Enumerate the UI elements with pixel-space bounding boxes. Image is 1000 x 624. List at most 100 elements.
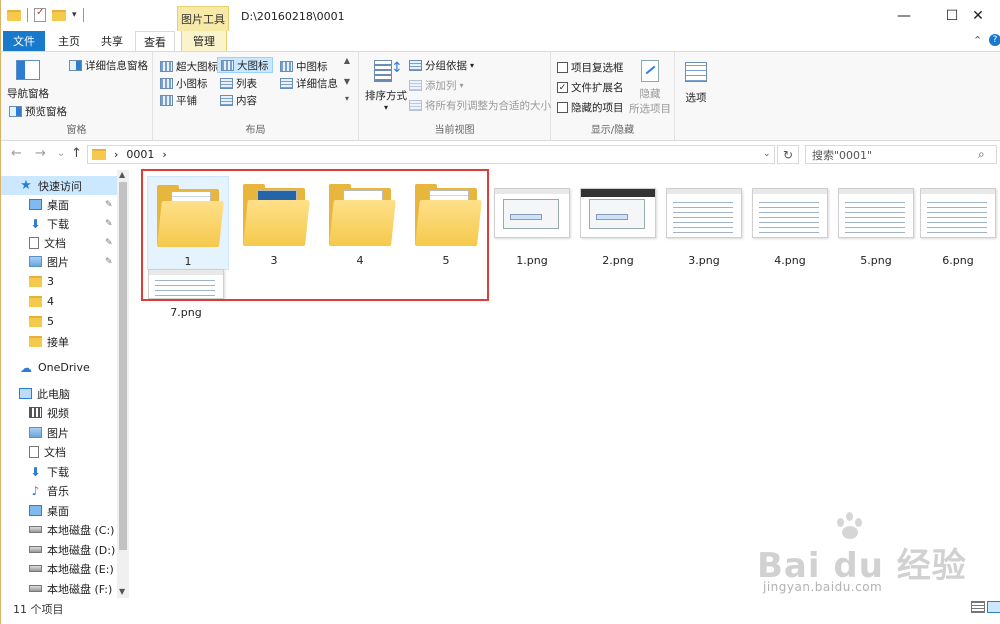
properties-icon[interactable] <box>34 7 46 22</box>
tab-home[interactable]: 主页 <box>51 31 87 51</box>
sidebar-item-documents[interactable]: 文档 ✎ <box>1 233 117 252</box>
minimize-button[interactable]: — <box>881 0 927 31</box>
sidebar-item-videos[interactable]: 视频 <box>1 403 69 422</box>
details-view-button[interactable] <box>971 601 985 613</box>
breadcrumb[interactable]: 0001 <box>126 148 154 161</box>
new-folder-icon[interactable] <box>52 9 66 21</box>
breadcrumb-separator[interactable]: › <box>162 148 166 161</box>
sidebar-item-music[interactable]: ♪ 音乐 <box>1 481 69 500</box>
sidebar-item-this-pc[interactable]: 此电脑 <box>1 384 70 403</box>
sidebar-item-quick-access[interactable]: ★ 快速访问 <box>1 176 117 195</box>
image-tile-6-png[interactable]: 6.png <box>917 176 999 270</box>
add-columns-button[interactable]: 添加列 ▾ <box>409 78 464 93</box>
sidebar-item-drive-d[interactable]: 本地磁盘 (D:) <box>1 540 115 559</box>
layout-gallery-scroll[interactable]: ▲ ▼ ▾ <box>341 56 353 108</box>
layout-extra-large-icons[interactable]: 超大图标 <box>157 58 221 74</box>
sidebar-item-label: 图片 <box>47 255 69 269</box>
large-icons-view-button[interactable] <box>987 601 1000 613</box>
folder-tile-3[interactable]: 3 <box>233 176 315 270</box>
tab-share[interactable]: 共享 <box>93 31 131 51</box>
sort-by-button[interactable]: 排序方式 ▾ <box>365 58 407 112</box>
tab-manage[interactable]: 管理 <box>181 31 227 51</box>
image-tile-5-png[interactable]: 5.png <box>835 176 917 270</box>
hidden-items-toggle[interactable]: 隐藏的项目 <box>557 100 624 115</box>
pin-icon[interactable]: ✎ <box>105 219 113 229</box>
back-button[interactable]: ← <box>11 146 22 161</box>
file-extensions-checkbox[interactable]: ✓ <box>557 82 568 93</box>
details-pane-button[interactable]: 详细信息窗格 <box>69 58 148 73</box>
breadcrumb-separator[interactable]: › <box>114 148 118 161</box>
close-button[interactable]: ✕ <box>955 0 1000 31</box>
recent-locations-button[interactable]: ⌄ <box>57 148 65 159</box>
image-tile-2-png[interactable]: 2.png <box>577 176 659 270</box>
image-tile-1-png[interactable]: 1.png <box>491 176 573 270</box>
sidebar-item-desktop[interactable]: 桌面 ✎ <box>1 195 117 214</box>
layout-medium-icons[interactable]: 中图标 <box>277 58 331 74</box>
sidebar-item-folder-5[interactable]: 5 <box>1 312 54 331</box>
folder-tile-5[interactable]: 5 <box>405 176 487 270</box>
sidebar-item-folder-4[interactable]: 4 <box>1 292 54 311</box>
layout-small-icons[interactable]: 小图标 <box>157 75 211 91</box>
item-checkboxes-checkbox[interactable] <box>557 62 568 73</box>
up-button[interactable]: ↑ <box>71 146 82 161</box>
tab-view[interactable]: 查看 <box>135 31 175 52</box>
forward-button[interactable]: → <box>35 146 46 161</box>
sidebar-item-downloads[interactable]: ⬇ 下载 ✎ <box>1 214 117 233</box>
sidebar-item-pc-downloads[interactable]: ⬇ 下载 <box>1 462 69 481</box>
quick-access-toolbar: ▾ <box>7 7 84 22</box>
pin-icon[interactable]: ✎ <box>105 200 113 210</box>
folder-icon[interactable] <box>7 9 21 21</box>
tab-file[interactable]: 文件 <box>3 31 45 51</box>
extra-large-icons-icon <box>160 60 173 72</box>
sidebar-item-jiedan[interactable]: 接单 <box>1 332 69 351</box>
layout-list[interactable]: 列表 <box>217 75 260 91</box>
pin-icon[interactable]: ✎ <box>105 238 113 248</box>
sidebar-item-label: OneDrive <box>38 361 90 374</box>
refresh-button[interactable]: ↻ <box>777 145 799 164</box>
chevron-up-icon[interactable]: ▲ <box>119 170 125 179</box>
layout-large-icons[interactable]: 大图标 <box>217 57 273 73</box>
sidebar-item-drive-c[interactable]: 本地磁盘 (C:) <box>1 520 114 539</box>
item-checkboxes-toggle[interactable]: 项目复选框 <box>557 60 624 75</box>
folder-tile-4[interactable]: 4 <box>319 176 401 270</box>
address-dropdown-icon[interactable]: ⌄ <box>763 149 771 159</box>
help-icon[interactable]: ? <box>989 34 1000 46</box>
search-icon[interactable]: ⌕ <box>978 147 991 161</box>
layout-tiles[interactable]: 平铺 <box>157 92 200 108</box>
nav-pane-button[interactable]: 导航窗格 <box>7 60 49 101</box>
sidebar-item-pc-documents[interactable]: 文档 <box>1 442 66 461</box>
image-tile-7-png[interactable]: 7.png <box>145 266 227 332</box>
chevron-down-icon[interactable]: ▾ <box>72 10 77 20</box>
layout-label: 内容 <box>236 94 257 107</box>
ribbon-collapse-icon[interactable]: ⌃ <box>973 34 982 47</box>
sidebar-item-drive-e[interactable]: 本地磁盘 (E:) <box>1 559 114 578</box>
image-tile-4-png[interactable]: 4.png <box>749 176 831 270</box>
address-bar[interactable]: › 0001 › <box>87 145 775 164</box>
fit-columns-button[interactable]: 将所有列调整为合适的大小 <box>409 98 551 113</box>
sidebar-item-folder-3[interactable]: 3 <box>1 272 54 291</box>
layout-content[interactable]: 内容 <box>217 92 260 108</box>
image-thumbnail <box>579 176 657 250</box>
sidebar-item-pc-desktop[interactable]: 桌面 <box>1 501 69 520</box>
hide-selected-button[interactable]: 隐藏 所选项目 <box>629 60 671 116</box>
chevron-down-icon[interactable]: ▼ <box>344 77 350 86</box>
group-by-button[interactable]: 分组依据 ▾ <box>409 58 474 73</box>
sidebar-item-pc-pictures[interactable]: 图片 <box>1 423 69 442</box>
more-icon[interactable]: ▾ <box>345 94 349 103</box>
hidden-items-checkbox[interactable] <box>557 102 568 113</box>
chevron-down-icon[interactable]: ▼ <box>119 587 125 596</box>
folder-tile-1[interactable]: 1 <box>147 176 229 270</box>
sidebar-scrollbar[interactable]: ▲ ▼ <box>117 170 129 598</box>
chevron-up-icon[interactable]: ▲ <box>344 56 350 65</box>
file-extensions-toggle[interactable]: ✓ 文件扩展名 <box>557 80 624 95</box>
options-button[interactable]: 选项 <box>685 62 707 105</box>
pin-icon[interactable]: ✎ <box>105 257 113 267</box>
sidebar-item-pictures[interactable]: 图片 ✎ <box>1 252 117 271</box>
sidebar-item-drive-f[interactable]: 本地磁盘 (F:) <box>1 579 112 598</box>
scrollbar-thumb[interactable] <box>119 182 127 550</box>
layout-details[interactable]: 详细信息 <box>277 75 341 91</box>
search-input[interactable]: 搜索"0001" ⌕ <box>805 145 997 164</box>
sidebar-item-onedrive[interactable]: ☁ OneDrive <box>1 358 90 377</box>
image-tile-3-png[interactable]: 3.png <box>663 176 745 270</box>
preview-pane-button[interactable]: 预览窗格 <box>9 104 67 119</box>
